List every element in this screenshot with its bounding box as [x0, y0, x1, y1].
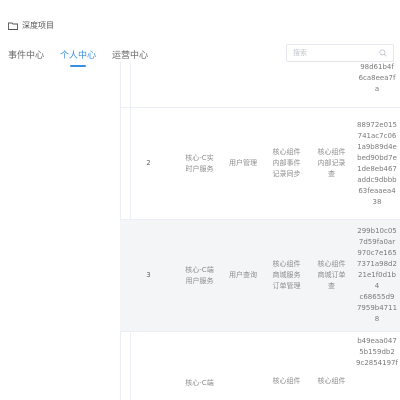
component-desc: 核心组件 商城服务 订单管理 [272, 260, 301, 290]
service-name: 核心-C端 [185, 378, 214, 387]
page: 深度项目 事件中心 个人中心 运营中心 98d61b4f 6ca8eea7f a… [0, 0, 400, 400]
hash-value: 88972e015 741ac7c06 1a9b89d4e bed90bd7e … [357, 120, 397, 206]
hash-cell: 299b10c05 7d59fa0ar 970c7e165 7371a98d2 … [354, 220, 400, 331]
hash-value: 98d61b4f 6ca8eea7f a [358, 63, 396, 93]
service-name-cell: 核心-C端 [177, 332, 222, 400]
row-index: 2 [146, 159, 151, 167]
query-desc: 核心组件 内部记录 查 [317, 148, 346, 178]
table-row[interactable]: 98d61b4f 6ca8eea7f a [120, 62, 400, 108]
tab-event-center[interactable]: 事件中心 [8, 48, 44, 65]
service-name-cell: 核心-C实 时户服务 [177, 108, 222, 219]
table-row[interactable]: 3 核心-C端 用户服务 用户查询 核心组件 商城服务 订单管理 核心组件 商城… [120, 220, 400, 332]
category-cell: 用户管理 [222, 108, 264, 219]
component-desc: 核心组件 [272, 376, 301, 385]
hash-cell: b49eaa047 5b159db2 9c2854197f [354, 332, 400, 400]
hash-cell: 88972e015 741ac7c06 1a9b89d4e bed90bd7e … [354, 108, 400, 219]
hash-value: 299b10c05 7d59fa0ar 970c7e165 7371a98d2 … [356, 227, 398, 323]
service-name-cell: 核心-C端 用户服务 [177, 220, 222, 331]
component-desc: 核心组件 内部事件 记录同步 [272, 148, 301, 178]
component-cell: 核心组件 [264, 332, 309, 400]
search-icon[interactable] [379, 49, 387, 57]
category: 用户查询 [229, 271, 257, 279]
query-desc: 核心组件 商城订单 查 [317, 260, 346, 290]
table-row[interactable]: 核心-C端 核心组件 核心组件 b49eaa047 5b159db2 9c285… [120, 332, 400, 400]
hash-cell: 98d61b4f 6ca8eea7f a [354, 62, 400, 107]
index-cell: 3 [120, 220, 177, 331]
breadcrumb[interactable]: 深度项目 [8, 20, 54, 31]
row-index: 3 [146, 271, 151, 279]
query-cell: 核心组件 [309, 332, 354, 400]
search-box [286, 44, 394, 62]
service-name: 核心-C实 时户服务 [185, 153, 214, 173]
query-cell: 核心组件 商城订单 查 [309, 220, 354, 331]
index-cell: 2 [120, 108, 177, 219]
component-cell: 核心组件 内部事件 记录同步 [264, 108, 309, 219]
query-desc: 核心组件 [317, 376, 346, 385]
query-cell: 核心组件 内部记录 查 [309, 108, 354, 219]
component-cell: 核心组件 商城服务 订单管理 [264, 220, 309, 331]
data-table: 98d61b4f 6ca8eea7f a 2 核心-C实 时户服务 用户管理 核… [120, 62, 400, 400]
table-row[interactable]: 2 核心-C实 时户服务 用户管理 核心组件 内部事件 记录同步 核心组件 内部… [120, 108, 400, 220]
category-cell: 用户查询 [222, 220, 264, 331]
folder-icon [8, 22, 18, 30]
breadcrumb-label: 深度项目 [22, 21, 54, 30]
service-name: 核心-C端 用户服务 [185, 265, 214, 285]
tab-personal-center[interactable]: 个人中心 [60, 48, 96, 67]
hash-value: b49eaa047 5b159db2 9c2854197f [356, 337, 398, 367]
category: 用户管理 [229, 159, 257, 167]
search-input[interactable] [293, 49, 379, 57]
